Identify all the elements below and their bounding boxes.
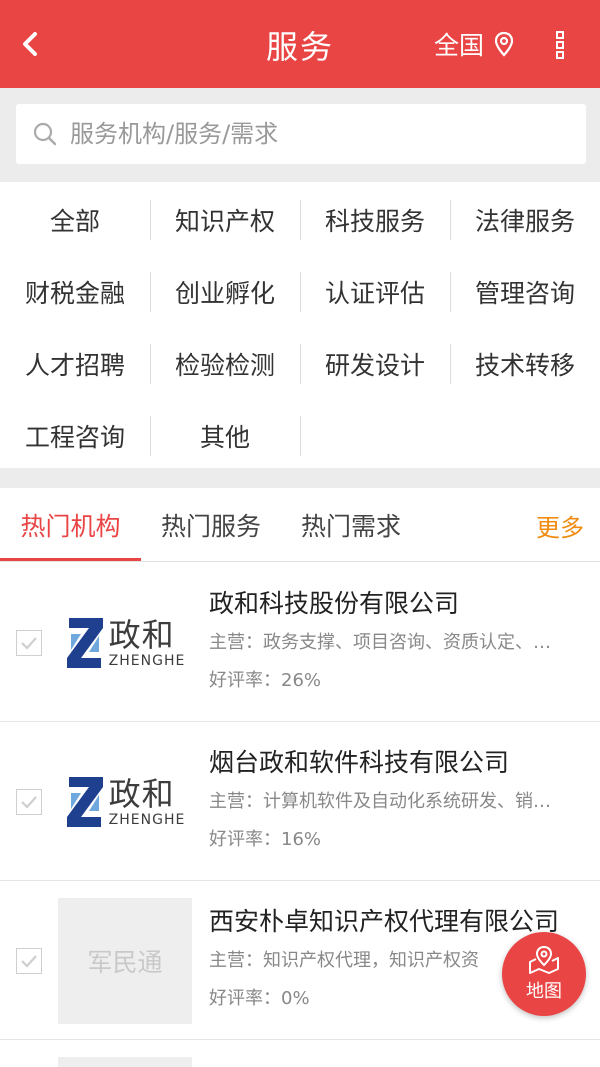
more-options-button[interactable] <box>548 28 572 62</box>
organization-name: 政和科技股份有限公司 <box>209 589 460 618</box>
logo-text-en: ZHENGHE <box>108 653 186 669</box>
organization-business: 主营：政务支撑、项目咨询、资质认定、… <box>209 632 551 653</box>
search-section <box>0 88 600 182</box>
organization-row[interactable]: 政和 ZHENGHE 烟台政和软件科技有限公司 主营：计算机软件及自动化系统研发… <box>0 723 600 881</box>
organization-rating: 好评率：26% <box>209 670 322 691</box>
category-item[interactable]: 其他 <box>150 400 300 472</box>
tab-hot-services[interactable]: 热门服务 <box>141 488 281 562</box>
organization-logo-placeholder: 军民通 <box>58 898 192 1024</box>
checkbox[interactable] <box>16 630 42 656</box>
divider <box>150 200 151 240</box>
category-item[interactable]: 法律服务 <box>450 184 600 256</box>
checkbox[interactable] <box>16 789 42 815</box>
map-pin-icon <box>494 31 514 57</box>
placeholder-logo-text: 军民通 <box>87 948 163 977</box>
logo-text-cn: 政和 <box>108 616 175 654</box>
category-item[interactable]: 工程咨询 <box>0 400 150 472</box>
more-link[interactable]: 更多 <box>536 488 584 562</box>
divider <box>300 272 301 312</box>
category-item[interactable]: 技术转移 <box>450 328 600 400</box>
divider <box>300 416 301 456</box>
active-tab-indicator <box>0 558 141 561</box>
checkbox[interactable] <box>16 948 42 974</box>
organization-name: 烟台政和软件科技有限公司 <box>209 748 510 777</box>
divider <box>150 344 151 384</box>
vertical-dots-icon <box>556 31 564 59</box>
category-item[interactable]: 研发设计 <box>300 328 450 400</box>
divider <box>300 344 301 384</box>
map-icon <box>529 945 559 974</box>
divider <box>450 344 451 384</box>
organization-business: 主营：知识产权代理，知识产权资 <box>209 950 479 971</box>
category-item[interactable]: 管理咨询 <box>450 256 600 328</box>
organization-logo: 政和 ZHENGHE <box>58 739 192 865</box>
map-button[interactable]: 地图 <box>502 932 586 1016</box>
organization-row-partial <box>0 1041 600 1067</box>
tab-hot-organizations[interactable]: 热门机构 <box>0 488 141 562</box>
organization-rating: 好评率：0% <box>209 988 310 1009</box>
divider <box>150 416 151 456</box>
region-label: 全国 <box>434 31 485 60</box>
check-icon <box>21 637 37 650</box>
divider <box>450 272 451 312</box>
category-item[interactable]: 创业孵化 <box>150 256 300 328</box>
zhenghe-logo-icon <box>66 777 103 827</box>
back-button[interactable] <box>10 24 50 64</box>
zhenghe-logo-icon <box>66 618 103 668</box>
category-item[interactable]: 人才招聘 <box>0 328 150 400</box>
category-item[interactable]: 全部 <box>0 184 150 256</box>
organization-logo: 政和 ZHENGHE <box>58 580 192 706</box>
tab-hot-demands[interactable]: 热门需求 <box>281 488 421 562</box>
category-grid: 全部 知识产权 科技服务 法律服务 财税金融 创业孵化 认证评估 管理咨询 人才… <box>0 182 600 468</box>
category-item[interactable]: 检验检测 <box>150 328 300 400</box>
logo-text-en: ZHENGHE <box>108 812 186 828</box>
divider <box>300 200 301 240</box>
category-item[interactable]: 认证评估 <box>300 256 450 328</box>
category-item[interactable]: 知识产权 <box>150 184 300 256</box>
divider <box>150 272 151 312</box>
search-box[interactable] <box>16 104 586 164</box>
hot-tabs: 热门机构 热门服务 热门需求 更多 <box>0 488 600 562</box>
search-icon <box>32 121 58 147</box>
region-selector[interactable]: 全国 <box>434 26 514 62</box>
check-icon <box>21 955 37 968</box>
map-button-label: 地图 <box>526 981 562 1002</box>
divider <box>450 200 451 240</box>
category-item[interactable]: 科技服务 <box>300 184 450 256</box>
app-header: 服务 全国 <box>0 0 600 88</box>
organization-row[interactable]: 政和 ZHENGHE 政和科技股份有限公司 主营：政务支撑、项目咨询、资质认定、… <box>0 564 600 722</box>
check-icon <box>21 796 37 809</box>
organization-logo-placeholder <box>58 1057 192 1067</box>
logo-text-cn: 政和 <box>108 775 175 813</box>
chevron-left-icon <box>23 32 37 56</box>
category-item[interactable]: 财税金融 <box>0 256 150 328</box>
organization-business: 主营：计算机软件及自动化系统研发、销… <box>209 791 551 812</box>
organization-rating: 好评率：16% <box>209 829 322 850</box>
search-input[interactable] <box>70 120 550 148</box>
